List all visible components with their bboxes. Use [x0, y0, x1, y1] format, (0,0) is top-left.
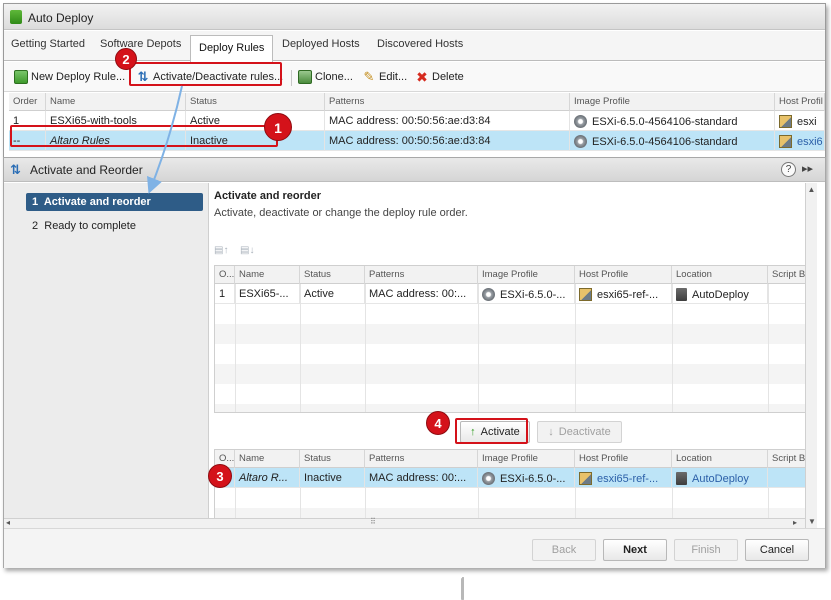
unused-7: [462, 578, 464, 600]
annotation-connector-arrow: [147, 85, 183, 194]
